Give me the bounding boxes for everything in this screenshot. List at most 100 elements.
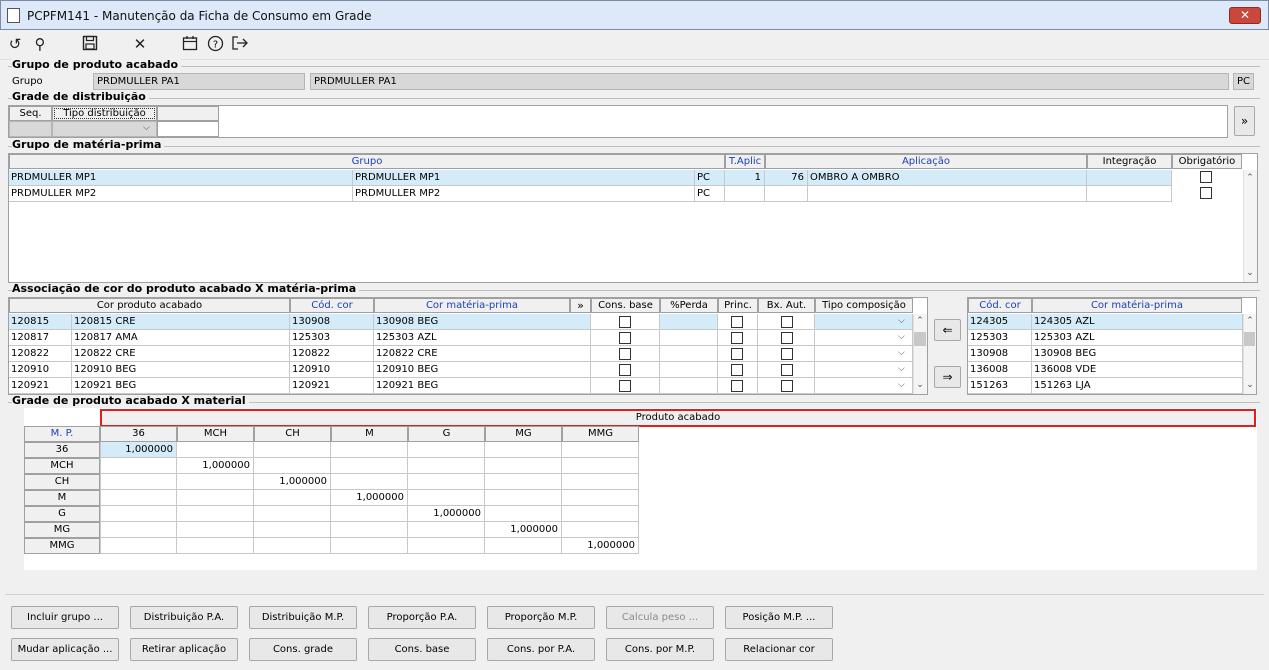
assoc-expand-button[interactable]: » [570, 298, 591, 313]
cons-base-checkbox[interactable] [619, 332, 631, 344]
grade-value-cell[interactable] [408, 522, 485, 538]
grade-value-cell[interactable]: 1,000000 [408, 506, 485, 522]
grade-value-cell[interactable] [331, 538, 408, 554]
action-button[interactable]: Cons. por M.P. [606, 638, 714, 661]
action-button[interactable]: Retirar aplicação [130, 638, 238, 661]
cons-base-checkbox[interactable] [619, 316, 631, 328]
grade-value-cell[interactable]: 1,000000 [562, 538, 639, 554]
list-item[interactable]: 136008 [968, 362, 1032, 378]
grade-value-cell[interactable] [254, 442, 331, 458]
grade-value-cell[interactable]: 1,000000 [254, 474, 331, 490]
princ-checkbox[interactable] [731, 348, 743, 360]
chevron-down-icon[interactable]: ⌵ [898, 364, 905, 374]
action-button[interactable]: Proporção M.P. [487, 606, 595, 629]
chevron-down-icon[interactable]: ⌵ [898, 348, 905, 358]
exit-icon[interactable] [231, 35, 249, 53]
grade-value-cell[interactable] [562, 490, 639, 506]
grupo-mp-aplicacao-cell[interactable]: OMBRO A OMBRO [808, 170, 1087, 186]
grade-value-cell[interactable] [254, 490, 331, 506]
grade-value-cell[interactable] [100, 522, 177, 538]
grade-dist-desc-cell[interactable] [157, 121, 219, 137]
grade-value-cell[interactable] [331, 522, 408, 538]
list-item[interactable]: 151263 [968, 378, 1032, 394]
scroll-thumb[interactable] [914, 332, 926, 346]
cor-list-desc-cell[interactable]: 125303 AZL [1032, 330, 1243, 346]
cons-base-checkbox[interactable] [619, 364, 631, 376]
grupo-mp-unit-cell[interactable]: PC [695, 170, 725, 186]
move-right-button[interactable]: ⇒ [934, 366, 961, 388]
table-row[interactable]: 120817 [9, 330, 72, 346]
grade-value-cell[interactable] [177, 522, 254, 538]
grupo-mp-integracao-cell[interactable] [1087, 170, 1172, 186]
grade-value-cell[interactable] [100, 490, 177, 506]
grade-value-cell[interactable]: 1,000000 [485, 522, 562, 538]
grupo-mp-aplcode-cell[interactable] [765, 186, 808, 202]
bx-aut-checkbox[interactable] [781, 364, 793, 376]
action-button[interactable]: Distribuição P.A. [130, 606, 238, 629]
grade-value-cell[interactable] [408, 538, 485, 554]
grade-value-cell[interactable] [254, 522, 331, 538]
cod-cor-cell[interactable]: 120910 [290, 362, 374, 378]
grade-value-cell[interactable] [485, 538, 562, 554]
scroll-thumb[interactable] [1244, 332, 1255, 346]
grade-value-cell[interactable] [485, 506, 562, 522]
perda-cell[interactable] [660, 314, 718, 330]
grupo-mp-taplic-cell[interactable]: 1 [725, 170, 765, 186]
action-button[interactable]: Proporção P.A. [368, 606, 476, 629]
cor-list-desc-cell[interactable]: 136008 VDE [1032, 362, 1243, 378]
expand-grade-button[interactable]: » [1234, 106, 1255, 136]
grade-value-cell[interactable] [331, 506, 408, 522]
grupo-mp-unit-cell[interactable]: PC [695, 186, 725, 202]
grade-value-cell[interactable] [100, 474, 177, 490]
action-button[interactable]: Distribuição M.P. [249, 606, 357, 629]
cor-pa-desc-cell[interactable]: 120910 BEG [72, 362, 290, 378]
cor-mp-cell[interactable]: 120921 BEG [374, 378, 591, 394]
grade-value-cell[interactable] [408, 474, 485, 490]
grade-value-cell[interactable] [100, 506, 177, 522]
move-left-button[interactable]: ⇐ [934, 319, 961, 341]
grupo-mp-scrollbar[interactable] [1243, 170, 1257, 282]
cor-mp-cell[interactable]: 120822 CRE [374, 346, 591, 362]
cancel-icon[interactable]: ✕ [131, 35, 149, 53]
cod-cor-cell[interactable]: 130908 [290, 314, 374, 330]
action-button[interactable]: Cons. grade [249, 638, 357, 661]
bx-aut-checkbox[interactable] [781, 316, 793, 328]
grade-value-cell[interactable] [485, 490, 562, 506]
cor-pa-desc-cell[interactable]: 120822 CRE [72, 346, 290, 362]
scroll-up-icon[interactable]: ⌃ [1244, 173, 1256, 183]
seq-cell[interactable] [9, 121, 52, 137]
grade-value-cell[interactable]: 1,000000 [331, 490, 408, 506]
grade-value-cell[interactable] [177, 506, 254, 522]
cor-list-desc-cell[interactable]: 151263 LJA [1032, 378, 1243, 394]
grade-value-cell[interactable] [485, 474, 562, 490]
cor-mp-cell[interactable]: 125303 AZL [374, 330, 591, 346]
obrigatorio-checkbox[interactable] [1200, 171, 1212, 183]
grade-value-cell[interactable] [254, 506, 331, 522]
grupo-mp-aplcode-cell[interactable]: 76 [765, 170, 808, 186]
grade-value-cell[interactable] [100, 538, 177, 554]
perda-cell[interactable] [660, 362, 718, 378]
grade-value-cell[interactable] [177, 442, 254, 458]
chevron-down-icon[interactable]: ⌵ [898, 316, 905, 326]
grade-value-cell[interactable] [254, 458, 331, 474]
scroll-up-icon[interactable]: ⌃ [914, 316, 926, 326]
list-item[interactable]: 125303 [968, 330, 1032, 346]
action-button[interactable]: Relacionar cor [725, 638, 833, 661]
grade-value-cell[interactable]: 1,000000 [177, 458, 254, 474]
cod-cor-cell[interactable]: 120921 [290, 378, 374, 394]
grade-value-cell[interactable] [408, 442, 485, 458]
grade-value-cell[interactable] [562, 474, 639, 490]
calendar-icon[interactable] [181, 35, 199, 53]
grupo-mp-desc-cell[interactable]: PRDMULLER MP2 [353, 186, 695, 202]
grade-value-cell[interactable] [562, 458, 639, 474]
table-row[interactable]: PRDMULLER MP2 [9, 186, 353, 202]
grade-value-cell[interactable]: 1,000000 [100, 442, 177, 458]
save-icon[interactable] [81, 35, 99, 53]
action-button[interactable]: Cons. base [368, 638, 476, 661]
bx-aut-checkbox[interactable] [781, 332, 793, 344]
grade-value-cell[interactable] [562, 442, 639, 458]
close-button[interactable]: ✕ [1229, 7, 1261, 24]
tipo-dist-header[interactable]: Tipo distribuição [52, 106, 157, 121]
grupo-mp-desc-cell[interactable]: PRDMULLER MP1 [353, 170, 695, 186]
scroll-down-icon[interactable]: ⌄ [914, 380, 926, 390]
